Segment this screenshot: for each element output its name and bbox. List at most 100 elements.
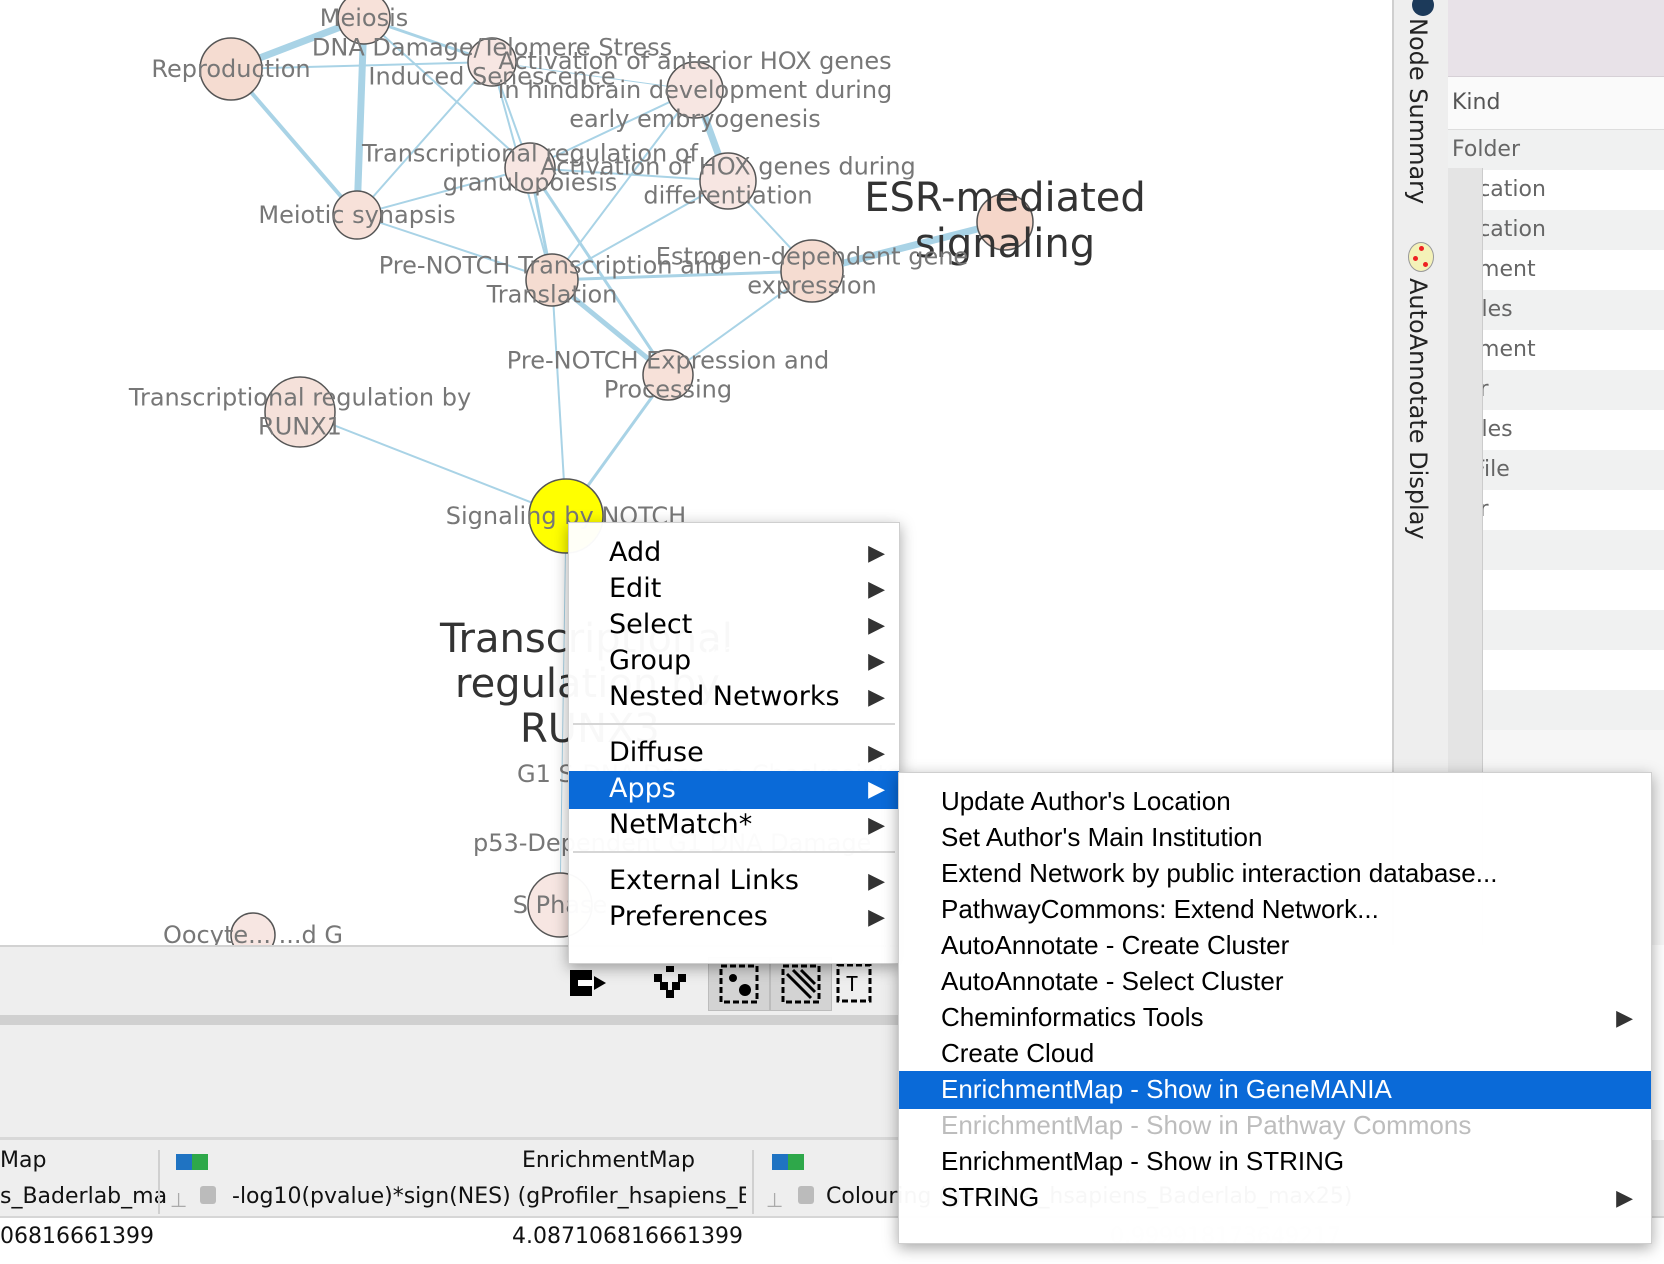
apps-item-update-author-s-location[interactable]: Update Author's Location — [899, 783, 1651, 821]
menu-item-label: EnrichmentMap - Show in Pathway Commons — [941, 1110, 1472, 1140]
node-label: Activation of anterior HOX genes — [498, 47, 891, 75]
menu-item-edit[interactable]: Edit ▶ — [569, 571, 899, 609]
menu-item-netmatch[interactable]: NetMatch* ▶ — [569, 807, 899, 845]
menu-item-label: Add — [609, 537, 662, 568]
select-nodes-icon — [719, 964, 759, 1004]
submenu-arrow-icon: ▶ — [1616, 1185, 1633, 1210]
panel-divider[interactable] — [0, 1015, 900, 1025]
node-label: expression — [747, 272, 876, 300]
svg-text:T: T — [846, 972, 858, 996]
apps-item-enrichmentmap-show-in-pathway-commons: EnrichmentMap - Show in Pathway Commons — [899, 1107, 1651, 1145]
menu-item-select[interactable]: Select ▶ — [569, 607, 899, 645]
apps-item-autoannotate-create-cluster[interactable]: AutoAnnotate - Create Cluster — [899, 927, 1651, 965]
node-label: Pre-NOTCH Expression and — [507, 347, 829, 375]
column-1-header[interactable]: -log10(pvalue)*sign(NES) (gProfiler_hsap… — [232, 1184, 746, 1209]
network-column-icon: ⊥ — [170, 1188, 188, 1212]
menu-item-label: EnrichmentMap - Show in GeneMANIA — [941, 1074, 1392, 1104]
node-summary-icon — [1412, 0, 1434, 16]
apps-item-cheminformatics-tools[interactable]: Cheminformatics Tools ▶ — [899, 999, 1651, 1037]
menu-item-diffuse[interactable]: Diffuse ▶ — [569, 735, 899, 773]
menu-separator — [573, 851, 895, 853]
column-0-header[interactable]: s_Baderlab_ma — [0, 1184, 167, 1209]
column-header-kind[interactable]: Kind — [1448, 77, 1664, 130]
menu-item-label: PathwayCommons: Extend Network... — [941, 894, 1379, 924]
column-1-namespace: EnrichmentMap — [522, 1148, 696, 1173]
menu-item-group[interactable]: Group ▶ — [569, 643, 899, 681]
enrichmentmap-icon — [772, 1154, 804, 1170]
node-label: Processing — [604, 376, 732, 404]
submenu-arrow-icon: ▶ — [868, 577, 885, 602]
node-label: RUNX1 — [258, 413, 342, 441]
submenu-arrow-icon: ▶ — [868, 777, 885, 802]
menu-item-label: Update Author's Location — [941, 786, 1231, 816]
export-button[interactable] — [560, 957, 620, 1009]
node-label: Meiosis — [320, 4, 409, 32]
apps-item-set-author-s-main-institution[interactable]: Set Author's Main Institution — [899, 819, 1651, 857]
menu-item-label: Nested Networks — [609, 681, 840, 712]
tab-node-summary[interactable]: Node Summary — [1404, 18, 1432, 204]
menu-item-label: EnrichmentMap - Show in STRING — [941, 1146, 1345, 1176]
table-panel-tabs — [0, 1071, 900, 1140]
diamond-layout-button[interactable] — [640, 957, 700, 1009]
select-nodes-button[interactable] — [708, 957, 770, 1011]
node-label: differentiation — [643, 182, 812, 210]
tab-autoannotate-display[interactable]: AutoAnnotate Display — [1404, 278, 1432, 540]
menu-item-add[interactable]: Add ▶ — [569, 535, 899, 573]
node-label: Transcriptional regulation by — [128, 384, 471, 412]
node-label: Meiotic synapsis — [258, 201, 455, 229]
select-annotations-icon: T — [836, 963, 872, 1003]
menu-item-label: Apps — [609, 773, 676, 804]
select-edges-button[interactable] — [770, 957, 832, 1011]
submenu-arrow-icon: ▶ — [868, 613, 885, 638]
network-column-icon: ⊥ — [766, 1188, 784, 1212]
menu-item-apps[interactable]: Apps ▶ — [569, 771, 899, 809]
submenu-arrow-icon: ▶ — [868, 869, 885, 894]
apps-item-extend-network-by-public-interaction-database[interactable]: Extend Network by public interaction dat… — [899, 855, 1651, 893]
node-label: Translation — [486, 281, 618, 309]
menu-separator — [573, 723, 895, 725]
column-separator[interactable] — [752, 1150, 754, 1214]
diamond-icon — [654, 966, 686, 998]
menu-item-label: Diffuse — [609, 737, 704, 768]
apps-item-enrichmentmap-show-in-string[interactable]: EnrichmentMap - Show in STRING — [899, 1143, 1651, 1181]
export-icon — [570, 970, 606, 996]
submenu-arrow-icon: ▶ — [868, 905, 885, 930]
table-panel-toolbar — [0, 1025, 900, 1073]
submenu-arrow-icon: ▶ — [868, 541, 885, 566]
menu-item-nested-networks[interactable]: Nested Networks ▶ — [569, 679, 899, 717]
autoannotate-icon — [1408, 242, 1434, 272]
file-list-row[interactable]: Folder — [1448, 130, 1664, 170]
menu-item-label: AutoAnnotate - Create Cluster — [941, 930, 1290, 960]
column-0-namespace: Map — [0, 1148, 47, 1173]
menu-item-label: Create Cloud — [941, 1038, 1095, 1068]
menu-item-external-links[interactable]: External Links ▶ — [569, 863, 899, 901]
node-label: Oocyte... ...d G — [163, 921, 343, 945]
submenu-arrow-icon: ▶ — [868, 741, 885, 766]
apps-submenu: Update Author's Location Set Author's Mai… — [898, 772, 1652, 1244]
menu-item-label: AutoAnnotate - Select Cluster — [941, 966, 1284, 996]
submenu-arrow-icon: ▶ — [868, 649, 885, 674]
submenu-arrow-icon: ▶ — [868, 813, 885, 838]
menu-item-preferences[interactable]: Preferences ▶ — [569, 899, 899, 937]
menu-item-label: Extend Network by public interaction dat… — [941, 858, 1498, 888]
menu-item-label: Group — [609, 645, 692, 676]
menu-item-label: Edit — [609, 573, 662, 604]
apps-item-enrichmentmap-show-in-genemania[interactable]: EnrichmentMap - Show in GeneMANIA — [899, 1071, 1651, 1109]
select-edges-icon — [781, 964, 821, 1004]
table-cell[interactable]: 06816661399 — [0, 1224, 154, 1249]
table-cell[interactable]: 4.087106816661399 — [512, 1224, 743, 1249]
menu-item-label: Cheminformatics Tools — [941, 1002, 1204, 1032]
menu-item-label: External Links — [609, 865, 799, 896]
apps-item-string[interactable]: STRING ▶ — [899, 1179, 1651, 1217]
file-list-toolbar — [1448, 0, 1664, 77]
menu-item-label: Preferences — [609, 901, 768, 932]
column-separator[interactable] — [158, 1150, 160, 1214]
apps-item-autoannotate-select-cluster[interactable]: AutoAnnotate - Select Cluster — [899, 963, 1651, 1001]
apps-item-create-cloud[interactable]: Create Cloud — [899, 1035, 1651, 1073]
node-context-menu: Add ▶ Edit ▶ Select ▶ Group ▶ Nested Networks ▶ Di… — [568, 522, 900, 964]
apps-item-pathwaycommons-extend-network[interactable]: PathwayCommons: Extend Network... — [899, 891, 1651, 929]
menu-item-label: NetMatch* — [609, 809, 753, 840]
menu-item-label: STRING — [941, 1182, 1040, 1212]
lock-icon — [200, 1186, 216, 1204]
select-annotations-button[interactable]: T — [834, 957, 874, 1009]
